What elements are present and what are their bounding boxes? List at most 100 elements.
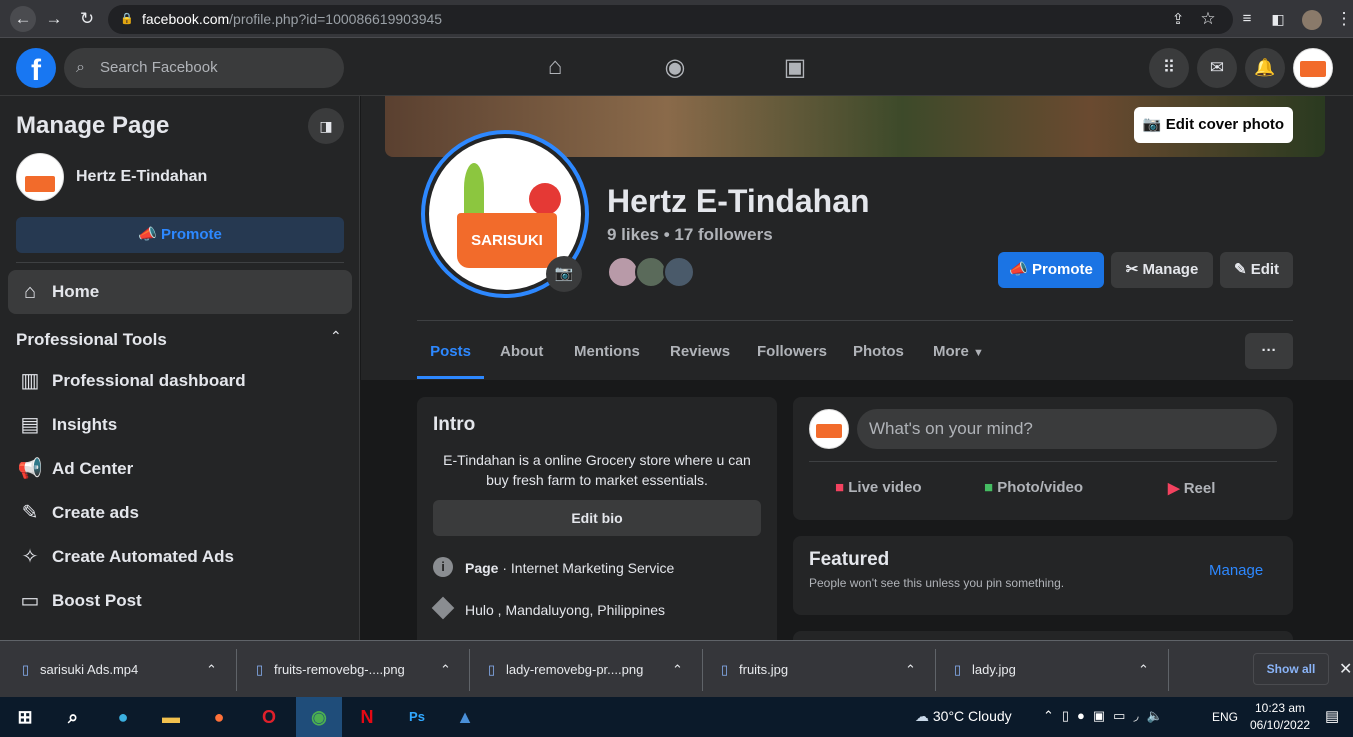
whats-on-your-mind-input[interactable]: What's on your mind? [857, 409, 1277, 449]
chevron-up-icon[interactable]: ⌃ [672, 641, 683, 698]
chevron-up-icon[interactable]: ⌃ [440, 641, 451, 698]
account-avatar[interactable] [1293, 48, 1333, 88]
sidebar-item-create-automated-ads[interactable]: ✧ Create Automated Ads [8, 535, 352, 579]
photo-label: Photo/video [997, 479, 1084, 496]
system-tray-icons[interactable]: ⌃▯●▣▭◞🔈 [1043, 708, 1171, 724]
tab-more[interactable]: More ▼ [933, 331, 984, 379]
promote-button[interactable]: 📣 Promote [16, 217, 344, 253]
notifications-center-icon[interactable]: ▤ [1325, 707, 1339, 725]
tab-mentions[interactable]: Mentions [574, 331, 640, 379]
download-item[interactable]: ▯ fruits.jpg ⌃ [721, 641, 916, 698]
address-bar[interactable]: 🔒 facebook.com/profile.php?id=10008661990… [108, 5, 1233, 34]
close-downloads-icon[interactable]: ✕ [1339, 659, 1352, 679]
search-icon: ⌕ [76, 59, 85, 76]
gaming-icon[interactable]: ▣ [775, 53, 815, 82]
bookmark-star-icon[interactable]: ☆ [1197, 8, 1219, 30]
sidepanel-icon[interactable]: ◧ [1267, 8, 1289, 30]
show-all-button[interactable]: Show all [1253, 653, 1329, 685]
follower-avatar[interactable] [663, 256, 695, 288]
page-avatar[interactable] [16, 153, 64, 201]
tab-about[interactable]: About [500, 331, 543, 379]
more-options-button[interactable]: ··· [1245, 333, 1293, 369]
file-icon: ▯ [954, 662, 962, 677]
download-item[interactable]: ▯ lady.jpg ⌃ [954, 641, 1149, 698]
tab-photos[interactable]: Photos [853, 331, 904, 379]
windows-start-icon[interactable]: ⊞ [2, 697, 48, 737]
boost-icon: ▭ [20, 590, 40, 612]
photos-icon[interactable]: ▲ [442, 697, 488, 737]
file-icon: ▯ [721, 662, 729, 677]
manage-button[interactable]: ✂ Manage [1111, 252, 1213, 288]
sidebar-item-create-ads[interactable]: ✎ Create ads [8, 491, 352, 535]
download-item[interactable]: ▯ fruits-removebg-....png ⌃ [256, 641, 451, 698]
menu-icon[interactable]: ⋮ [1333, 8, 1353, 30]
sidebar-item-home[interactable]: ⌂ Home [8, 270, 352, 314]
url-path: /profile.php?id=100086619903945 [229, 11, 443, 27]
firefox-icon[interactable]: ● [196, 697, 242, 737]
edit-button[interactable]: ✎ Edit [1220, 252, 1293, 288]
opera-icon[interactable]: O [246, 697, 292, 737]
promote-label: Promote [161, 226, 222, 243]
sidebar-item-ad-center[interactable]: 📢 Ad Center [8, 447, 352, 491]
chrome-icon[interactable]: ◉ [296, 697, 342, 737]
category-text[interactable]: · Internet Marketing Service [498, 560, 674, 576]
chevron-up-icon[interactable]: ⌃ [1138, 641, 1149, 698]
weather-widget[interactable]: ☁ 30°C Cloudy [915, 708, 1012, 725]
live-video-button[interactable]: ■ Live video [835, 479, 922, 496]
edit-bio-button[interactable]: Edit bio [433, 500, 761, 536]
search-icon[interactable]: ⌕ [50, 697, 96, 737]
netflix-icon[interactable]: N [344, 697, 390, 737]
photo-icon: ■ [984, 479, 994, 496]
photo-video-button[interactable]: ■ Photo/video [984, 479, 1083, 496]
composer-avatar[interactable] [809, 409, 849, 449]
featured-manage-link[interactable]: Manage [1209, 562, 1263, 579]
sidebar-item-professional-dashboard[interactable]: ▥ Professional dashboard [8, 359, 352, 403]
collapse-sidebar-icon[interactable]: ◨ [308, 108, 344, 144]
language-indicator[interactable]: ENG [1212, 710, 1238, 724]
promote-page-button[interactable]: 📣 Promote [998, 252, 1104, 288]
reel-button[interactable]: ▶ Reel [1168, 479, 1215, 497]
forward-button[interactable]: → [43, 8, 65, 30]
file-icon: ▯ [22, 662, 30, 677]
home-icon[interactable]: ⌂ [535, 53, 575, 81]
search-input[interactable]: ⌕ Search Facebook [64, 48, 344, 88]
file-name: sarisuki Ads.mp4 [40, 662, 139, 677]
clock[interactable]: 10:23 am 06/10/2022 [1250, 700, 1310, 734]
divider [417, 320, 1293, 321]
page-name[interactable]: Hertz E-Tindahan [76, 168, 207, 186]
facebook-logo[interactable]: f [16, 48, 56, 88]
profile-avatar[interactable] [1302, 10, 1322, 30]
chevron-up-icon[interactable]: ⌃ [330, 328, 342, 345]
download-item[interactable]: ▯ lady-removebg-pr....png ⌃ [488, 641, 683, 698]
logo-tomato [529, 183, 561, 215]
cloud-icon: ☁ [915, 708, 929, 724]
messenger-icon[interactable]: ✉ [1197, 48, 1237, 88]
camera-icon[interactable]: 📷 [546, 256, 582, 292]
reload-button[interactable]: ↻ [76, 8, 98, 30]
divider [469, 649, 470, 691]
section-professional-tools[interactable]: Professional Tools [16, 330, 167, 350]
menu-grid-icon[interactable]: ⠿ [1149, 48, 1189, 88]
groups-icon[interactable]: ◉ [655, 53, 695, 82]
chevron-up-icon[interactable]: ⌃ [206, 641, 217, 698]
notifications-icon[interactable]: 🔔 [1245, 48, 1285, 88]
photoshop-icon[interactable]: Ps [394, 697, 440, 737]
file-explorer-icon[interactable]: ▬ [148, 697, 194, 737]
back-button[interactable]: ← [10, 6, 36, 32]
download-item[interactable]: ▯ sarisuki Ads.mp4 ⌃ [22, 641, 217, 698]
category-bold: Page [465, 560, 499, 576]
page-category: Page · Internet Marketing Service [465, 560, 674, 576]
tab-reviews[interactable]: Reviews [670, 331, 730, 379]
sidebar-item-boost-post[interactable]: ▭ Boost Post [8, 579, 352, 623]
tab-posts[interactable]: Posts [417, 331, 484, 379]
tab-followers[interactable]: Followers [757, 331, 827, 379]
media-icon[interactable]: ≡ [1236, 8, 1258, 30]
chevron-up-icon[interactable]: ⌃ [905, 641, 916, 698]
sidebar-item-insights[interactable]: ▤ Insights [8, 403, 352, 447]
edit-cover-photo-button[interactable]: 📷 Edit cover photo [1134, 107, 1293, 143]
featured-title: Featured [809, 549, 890, 570]
share-icon[interactable]: ⇪ [1167, 9, 1189, 31]
edge-icon[interactable]: ● [100, 697, 146, 737]
page-stats[interactable]: 9 likes • 17 followers [607, 225, 773, 245]
page-location[interactable]: Hulo , Mandaluyong, Philippines [465, 602, 665, 618]
